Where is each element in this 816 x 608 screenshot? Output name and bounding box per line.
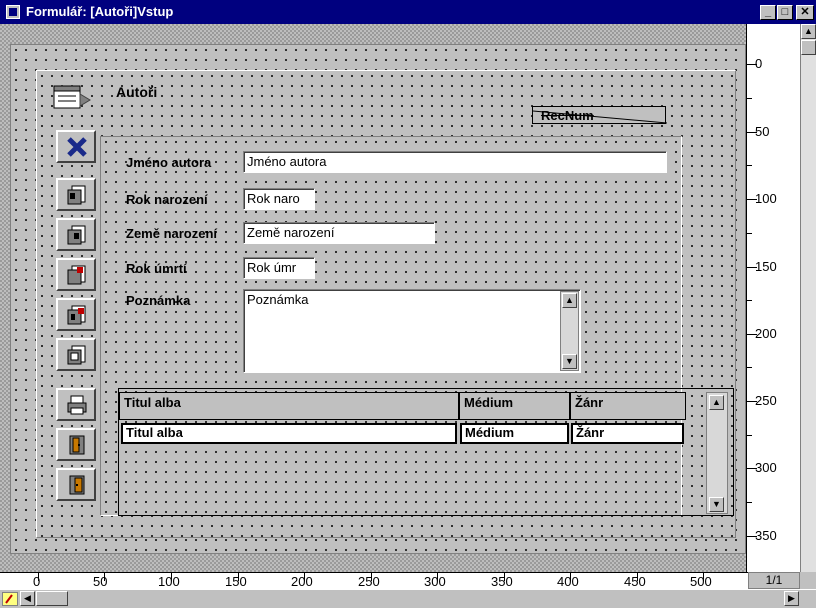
grid-header-title[interactable]: Titul alba: [119, 392, 459, 420]
hruler-label: 200: [291, 574, 313, 589]
grid-cell-medium[interactable]: Médium: [460, 423, 569, 444]
hruler-label: 450: [624, 574, 646, 589]
hruler-label: 0: [33, 574, 41, 589]
note-text: Poznámka: [247, 292, 309, 307]
field-label-author-name: Jméno autora: [126, 155, 212, 170]
vruler-label: 350: [755, 528, 777, 543]
hruler-label: 50: [93, 574, 108, 589]
page-indicator: 1/1: [748, 572, 800, 589]
minimize-button[interactable]: _: [760, 5, 776, 20]
grid-header-medium[interactable]: Médium: [459, 392, 570, 420]
hruler-label: 400: [557, 574, 579, 589]
vruler-label: 0: [755, 56, 763, 71]
grid-cell-title[interactable]: Titul alba: [121, 423, 457, 444]
grid-scroll-down-icon[interactable]: ▼: [709, 497, 724, 512]
birth-country-field[interactable]: Země narození: [243, 222, 435, 244]
last-record-icon: [67, 305, 86, 325]
first-record-icon: [67, 185, 86, 205]
print-button[interactable]: [56, 388, 96, 421]
grid-cell-genre[interactable]: Žánr: [571, 423, 684, 444]
scroll-left-icon[interactable]: ◀: [20, 591, 35, 606]
maximize-button[interactable]: □: [777, 5, 793, 20]
note-field[interactable]: Poznámka: [243, 289, 581, 373]
exit-button[interactable]: [56, 428, 96, 461]
window-vertical-scrollbar[interactable]: ▲: [800, 24, 816, 572]
vruler-label: 150: [755, 259, 777, 274]
new-record-icon: [67, 345, 86, 365]
grid-header-genre[interactable]: Žánr: [570, 392, 686, 420]
vruler-label: 300: [755, 460, 777, 475]
next-record-button[interactable]: [56, 258, 96, 291]
field-label-death-year: Rok úmrtí: [126, 261, 187, 276]
vruler-label: 250: [755, 393, 777, 408]
door-button[interactable]: [56, 468, 96, 501]
first-record-button[interactable]: [56, 178, 96, 211]
hruler-label: 350: [491, 574, 513, 589]
field-label-birth-country: Země narození: [126, 226, 218, 241]
vruler-label: 50: [755, 124, 770, 139]
author-name-field[interactable]: Jméno autora: [243, 151, 667, 173]
scroll-right-icon[interactable]: ▶: [784, 591, 799, 606]
grid-scroll-up-icon[interactable]: ▲: [709, 395, 724, 410]
scroll-down-icon[interactable]: ▼: [562, 354, 577, 369]
hruler-label: 500: [690, 574, 712, 589]
previous-record-button[interactable]: [56, 218, 96, 251]
door-icon: [69, 475, 85, 495]
window-scroll-thumb[interactable]: [801, 40, 816, 55]
window-horizontal-scrollbar[interactable]: ◀ ▶: [0, 589, 816, 607]
hruler-label: 150: [225, 574, 247, 589]
recnum-label: RecNum: [541, 108, 594, 123]
pencil-mode-icon[interactable]: [2, 592, 18, 606]
hruler-label: 250: [358, 574, 380, 589]
exit-icon: [69, 435, 85, 455]
form-icon: [48, 80, 94, 120]
hruler-label: 300: [424, 574, 446, 589]
recnum-control[interactable]: RecNum: [532, 106, 667, 124]
title-bar: Formulář: [Autoři]Vstup _ □ ✕: [0, 0, 816, 24]
previous-record-icon: [67, 225, 86, 245]
horizontal-scroll-thumb[interactable]: [36, 591, 68, 606]
vertical-ruler: 0 50 100 150 200 250 300 350: [746, 24, 800, 572]
field-label-note: Poznámka: [126, 293, 191, 308]
close-window-button[interactable]: ✕: [796, 5, 814, 20]
new-record-button[interactable]: [56, 338, 96, 371]
grid-scrollbar[interactable]: ▲ ▼: [706, 392, 728, 514]
close-x-button[interactable]: [56, 130, 96, 163]
horizontal-ruler: 0 50 100 150 200 250 300 350 400 450 500: [0, 572, 748, 589]
birth-year-field[interactable]: Rok naro: [243, 188, 315, 210]
vruler-label: 200: [755, 326, 777, 341]
last-record-button[interactable]: [56, 298, 96, 331]
hruler-label: 100: [158, 574, 180, 589]
print-icon: [67, 395, 87, 415]
note-scrollbar[interactable]: ▲ ▼: [560, 291, 579, 371]
window-scroll-up-icon[interactable]: ▲: [801, 24, 816, 39]
next-record-icon: [67, 265, 86, 285]
close-x-icon: [67, 137, 87, 157]
death-year-field[interactable]: Rok úmr: [243, 257, 315, 279]
window-title: Formulář: [Autoři]Vstup: [26, 4, 174, 19]
vruler-label: 100: [755, 191, 777, 206]
scroll-up-icon[interactable]: ▲: [562, 293, 577, 308]
section-title: Autoři: [116, 84, 158, 100]
field-label-birth-year: Rok narození: [126, 192, 208, 207]
system-menu-icon[interactable]: [6, 5, 20, 19]
